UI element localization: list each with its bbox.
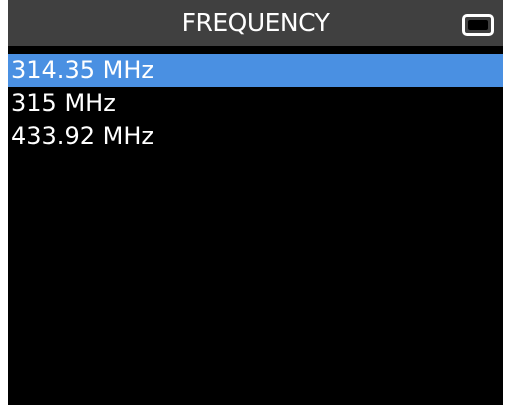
frequency-item-433-92[interactable]: 433.92 MHz xyxy=(8,120,503,153)
frequency-item-315[interactable]: 315 MHz xyxy=(8,87,503,120)
page-title: FREQUENCY xyxy=(181,8,330,37)
title-bar: FREQUENCY xyxy=(8,0,503,46)
battery-icon xyxy=(462,14,494,36)
device-screen: FREQUENCY 314.35 MHz 315 MHz 433.92 MHz xyxy=(8,0,503,405)
frequency-item-314-35[interactable]: 314.35 MHz xyxy=(8,54,503,87)
battery-level xyxy=(468,20,488,30)
frequency-list: 314.35 MHz 315 MHz 433.92 MHz xyxy=(8,54,503,153)
